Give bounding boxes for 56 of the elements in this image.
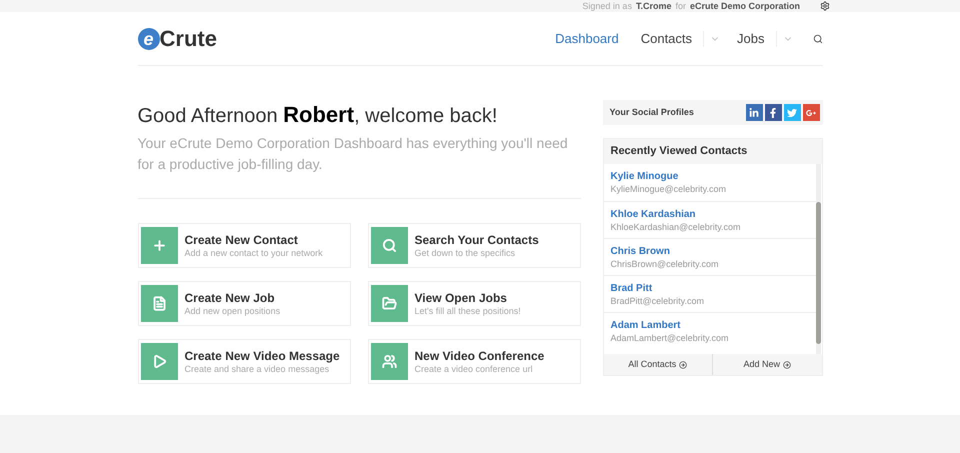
greeting: Good Afternoon Robert, welcome back! xyxy=(138,103,498,128)
arrow-circle-icon xyxy=(679,360,688,368)
action-tile[interactable]: Create New Video Message Create and share a video messages xyxy=(138,339,350,384)
contact-name[interactable]: Kylie Minogue xyxy=(610,170,808,183)
contact-name[interactable]: Brad Pitt xyxy=(610,282,808,294)
contact-email: KhloeKardashian@celebrity.com xyxy=(610,220,742,232)
tile-title: New Video Conference xyxy=(414,348,544,362)
nav-link[interactable]: Dashboard xyxy=(544,28,630,48)
panel-button[interactable]: Add New xyxy=(712,354,822,375)
tile-subtitle: Add a new contact to your network xyxy=(184,246,323,258)
tile-title: Create New Job xyxy=(184,290,276,304)
panel-title: Recently Viewed Contacts xyxy=(610,144,748,160)
intro-text: Your eCrute Demo Corporation Dashboard has everything you'll need for a productive job-filling day. xyxy=(138,134,569,174)
linkedin-icon[interactable] xyxy=(746,104,762,121)
contact-email: BradPitt@celebrity.com xyxy=(610,294,705,306)
action-tile[interactable]: View Open Jobs Let's fill all these positions! xyxy=(368,281,580,326)
tile-subtitle: Add new open positions xyxy=(184,304,280,316)
tile-title: Search Your Contacts xyxy=(414,232,539,246)
facebook-icon[interactable] xyxy=(764,104,782,121)
signed-in-label: Signed in as xyxy=(582,0,632,12)
contact-name[interactable]: Khloe Kardashian xyxy=(610,208,808,220)
action-tile[interactable]: Create New Job Add new open positions xyxy=(138,281,350,326)
play-icon xyxy=(152,354,166,369)
search-icon xyxy=(382,238,396,253)
contact-email: AdamLambert@celebrity.com xyxy=(610,332,730,344)
user-name: T.Crome xyxy=(636,0,672,12)
nav-link[interactable]: Jobs xyxy=(726,28,776,48)
tile-subtitle: Create and share a video messages xyxy=(184,362,330,374)
nav-link[interactable]: Contacts xyxy=(630,28,704,48)
tile-subtitle: Create a video conference url xyxy=(414,362,534,374)
contact-email: ChrisBrown@celebrity.com xyxy=(610,258,720,270)
plus-icon xyxy=(152,238,166,253)
tile-title: View Open Jobs xyxy=(414,290,508,304)
action-tile[interactable]: Create New Contact Add a new contact to your network xyxy=(138,223,350,268)
contact-email: KylieMinogue@celebrity.com xyxy=(610,183,728,195)
social-title: Your Social Profiles xyxy=(610,106,694,119)
logo[interactable]: e Crute xyxy=(138,22,217,55)
contact-name[interactable]: Chris Brown xyxy=(610,244,808,258)
tile-subtitle: Let's fill all these positions! xyxy=(414,304,521,316)
action-tile[interactable]: New Video Conference Create a video conference url xyxy=(368,339,580,384)
settings-icon[interactable] xyxy=(820,1,830,11)
folder-icon xyxy=(382,296,396,311)
scrollbar-thumb[interactable] xyxy=(816,202,820,344)
google-plus-icon[interactable] xyxy=(802,104,820,121)
tile-title: Create New Contact xyxy=(184,232,299,246)
search-icon[interactable] xyxy=(812,34,822,44)
people-icon xyxy=(382,354,396,369)
arrow-circle-icon xyxy=(783,360,792,368)
action-tile[interactable]: Search Your Contacts Get down to the specifics xyxy=(368,223,580,268)
contact-name[interactable]: Adam Lambert xyxy=(610,318,808,332)
panel-button[interactable]: All Contacts xyxy=(604,354,712,375)
document-icon xyxy=(152,296,166,311)
tile-subtitle: Get down to the specifics xyxy=(414,246,516,258)
tile-title: Create New Video Message xyxy=(184,348,340,362)
for-label: for xyxy=(675,0,686,12)
company-name: eCrute Demo Corporation xyxy=(690,0,800,12)
